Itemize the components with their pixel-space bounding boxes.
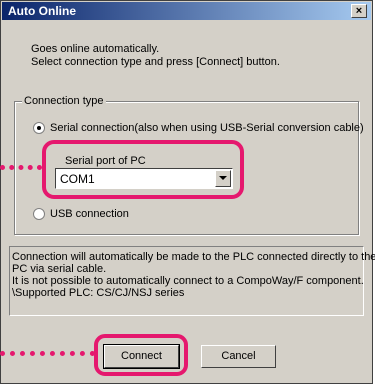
info-text-box: Connection will automatically be made to… [9,246,375,316]
radio-button-checked[interactable] [33,122,45,134]
radio-button[interactable] [33,208,45,220]
radio-label: Serial connection(also when using USB-Se… [50,122,364,134]
highlight-serial-port [42,140,244,199]
title-bar[interactable]: Auto Online × [2,2,371,20]
radio-label: USB connection [50,208,129,220]
close-button[interactable]: × [351,4,367,18]
cancel-button[interactable]: Cancel [201,345,276,368]
window-title: Auto Online [8,4,76,18]
info-line: It is not possible to automatically conn… [12,275,364,287]
info-line: Connection will automatically be made to… [12,251,375,263]
intro-line: Select connection type and press [Connec… [31,56,280,68]
radio-serial-connection[interactable]: Serial connection(also when using USB-Se… [33,121,364,135]
highlight-connect-button [94,334,188,376]
info-line: \Supported PLC: CS/CJ/NSJ series [12,287,185,299]
intro-text: Goes online automatically. Select connec… [31,43,280,69]
intro-line: Goes online automatically. [31,43,160,55]
close-icon: × [355,5,363,17]
group-label: Connection type [22,94,106,108]
info-line: PC via serial cable. [12,263,107,275]
callout-dotted-line [0,165,42,170]
radio-usb-connection[interactable]: USB connection [33,207,129,221]
callout-dotted-line [0,351,95,356]
